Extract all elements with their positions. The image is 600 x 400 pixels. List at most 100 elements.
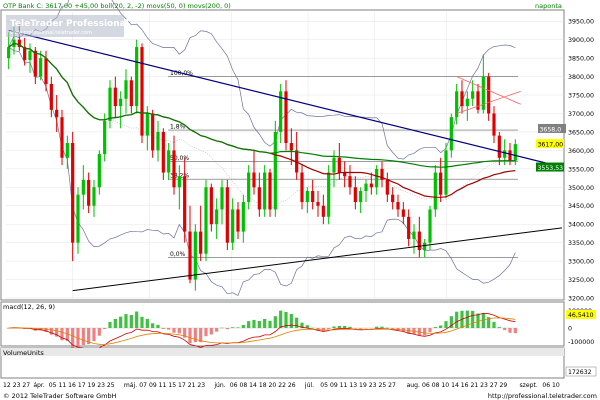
footer-copyright: © 2012 TeleTrader Software GmbH: [3, 392, 117, 400]
macd-histogram-bar: [140, 316, 144, 328]
candle-body: [359, 190, 363, 203]
candle-body: [273, 131, 277, 210]
macd-histogram-bar: [135, 311, 139, 328]
price-badge-label: 3553,53: [538, 165, 564, 172]
macd-histogram-bar: [167, 328, 171, 330]
candle-body: [7, 47, 11, 59]
candle-body: [76, 194, 80, 243]
candle-body: [433, 172, 437, 210]
date-tick-label: 06 10: [542, 382, 560, 389]
candle-body: [487, 76, 491, 114]
candle-body: [140, 47, 144, 136]
macd-histogram-bar: [209, 328, 213, 335]
candle-body: [81, 179, 85, 195]
chart-canvas[interactable]: OTP Bank C: 3617,00 +45,00 boll(20, 2, -…: [0, 0, 600, 400]
candle-body: [300, 172, 304, 203]
candle-body: [97, 154, 101, 188]
macd-histogram-bar: [252, 319, 256, 328]
macd-histogram-bar: [263, 318, 267, 328]
chart-header-text: OTP Bank C: 3617,00 +45,00 boll(20, 2, -…: [3, 2, 231, 10]
macd-histogram-bar: [497, 327, 501, 328]
macd-histogram-bar: [428, 328, 432, 333]
candle-body: [268, 172, 272, 210]
macd-histogram-bar: [327, 328, 331, 330]
price-tick-label: 3950,00: [568, 19, 594, 26]
candle-body: [28, 50, 32, 60]
price-tick-label: 3300,00: [568, 259, 594, 266]
date-tick-label: aug.: [407, 382, 420, 389]
date-tick-label: 06 08 10 14 16 21 23 27 29: [422, 382, 507, 389]
macd-histogram-bar: [204, 328, 208, 337]
candle-body: [156, 131, 160, 151]
candle-body: [460, 91, 464, 107]
chart-header-period[interactable]: naponta: [535, 2, 562, 10]
candle-body: [135, 47, 139, 107]
macd-histogram-bar: [343, 325, 347, 328]
candle-body: [375, 168, 379, 188]
candle-body: [129, 80, 133, 107]
candle-body: [167, 150, 171, 173]
candle-body: [108, 87, 112, 121]
date-axis: 12 23 27 ápr. 05 11 16 17 19 23 25 máj. 07 0…: [0, 379, 564, 389]
macd-histogram-bar: [385, 327, 389, 329]
candle-body: [444, 150, 448, 195]
macd-histogram-bar: [273, 316, 277, 328]
candle-body: [92, 187, 96, 206]
macd-tick-label: -100000: [568, 339, 594, 346]
price-tick-label: 3850,00: [568, 56, 594, 63]
watermark-title: TeleTrader Professional: [10, 19, 129, 29]
candle-body: [263, 172, 267, 210]
price-tick-label: 3400,00: [568, 222, 594, 229]
candle-body: [428, 209, 432, 243]
candle-body: [305, 190, 309, 203]
watermark-subtitle: www.professional.teletrader.com: [10, 30, 92, 36]
candle-body: [124, 80, 128, 99]
macd-histogram-bar: [359, 328, 363, 329]
macd-histogram-bar: [353, 328, 357, 329]
candle-body: [177, 176, 181, 188]
price-tick-label: 3700,00: [568, 111, 594, 118]
price-tick-label: 3200,00: [568, 296, 594, 303]
candle-body: [188, 231, 192, 280]
candle-body: [385, 179, 389, 195]
volume-axis: 172632: [565, 366, 597, 377]
candle-body: [391, 194, 395, 203]
price-tick-label: 3450,00: [568, 203, 594, 210]
macd-histogram-bar: [369, 328, 373, 329]
candle-body: [55, 109, 59, 118]
candle-body: [492, 113, 496, 136]
candle-body: [327, 172, 331, 217]
candle-body: [497, 135, 501, 158]
macd-tick-label: 0: [568, 326, 572, 333]
price-tick-label: 3900,00: [568, 37, 594, 44]
candle-body: [417, 231, 421, 251]
macd-histogram-bar: [513, 328, 517, 334]
candle-body: [151, 113, 155, 151]
macd-histogram-bar: [161, 328, 165, 329]
macd-histogram-bar: [172, 328, 176, 333]
macd-histogram-bar: [311, 327, 315, 329]
macd-histogram-bar: [97, 328, 101, 336]
date-tick-label: szept.: [519, 382, 537, 389]
macd-histogram-bar: [332, 326, 336, 328]
macd-histogram-bar: [295, 317, 299, 328]
fib-level-label: 0,0%: [170, 251, 186, 258]
watermark-logo: TeleTrader Professional www.professional…: [6, 15, 129, 37]
candle-body: [65, 143, 69, 158]
candle-body: [236, 209, 240, 232]
macd-histogram-bar: [279, 310, 283, 328]
price-tick-label: 3250,00: [568, 277, 594, 284]
macd-histogram-bar: [103, 328, 107, 330]
candle-body: [332, 157, 336, 173]
macd-histogram-bar: [257, 320, 261, 328]
candle-body: [503, 150, 507, 158]
candle-body: [316, 202, 320, 206]
macd-histogram-bar: [439, 325, 443, 328]
macd-histogram-bar: [92, 328, 96, 342]
candle-body: [33, 50, 37, 77]
macd-histogram-bar: [433, 327, 437, 328]
footer-url[interactable]: http://professional.teletrader.com: [488, 392, 597, 400]
price-tick-label: 3800,00: [568, 74, 594, 81]
volume-label: VolumeUnits: [3, 349, 44, 357]
macd-histogram-bar: [108, 321, 112, 328]
